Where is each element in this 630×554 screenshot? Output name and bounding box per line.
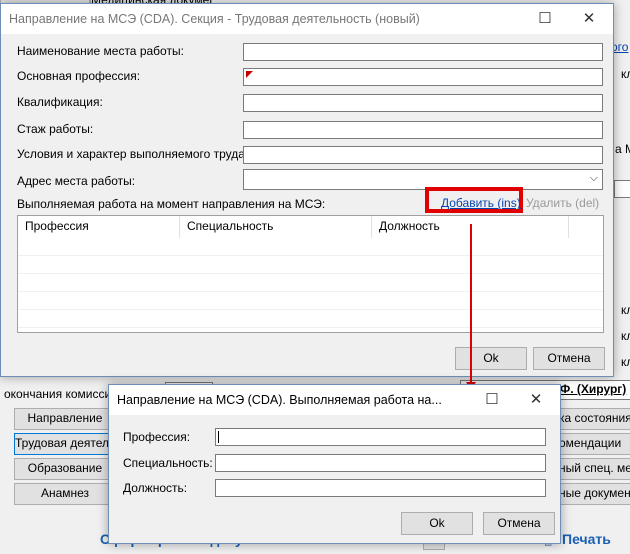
table-row <box>18 238 603 256</box>
ok-button[interactable]: Ok <box>455 347 527 370</box>
dialog-title: Направление на МСЭ (CDA). Выполняемая ра… <box>117 393 442 407</box>
position-label: Должность: <box>123 481 188 495</box>
cancel-button[interactable]: Отмена <box>533 347 605 370</box>
dialog-title: Направление на МСЭ (CDA). Секция - Трудо… <box>9 12 420 26</box>
bg-right-frag: кл <box>621 303 630 317</box>
qualification-label: Квалификация: <box>17 95 103 109</box>
dialog-titlebar: Направление на МСЭ (CDA). Выполняемая ра… <box>109 385 560 415</box>
bg-right-button[interactable]: ка состояния <box>558 408 630 430</box>
bg-right-button[interactable]: ные документ <box>558 483 630 505</box>
column-header-profession[interactable]: Профессия <box>18 216 180 238</box>
work-address-select[interactable]: ⌵ <box>243 169 603 190</box>
close-icon[interactable]: ✕ <box>514 385 558 415</box>
bg-doctor-text: Ф. (Хирург) <box>560 382 627 396</box>
bg-right-frag: кл <box>621 329 630 343</box>
position-input[interactable] <box>215 479 546 497</box>
chevron-down-icon: ⌵ <box>589 172 598 184</box>
bg-print-link[interactable]: Печать <box>562 531 611 547</box>
bg-right-frag: кл <box>621 67 630 81</box>
bg-right-input[interactable] <box>614 180 630 198</box>
table-row <box>18 256 603 274</box>
workplace-name-input[interactable] <box>243 43 603 61</box>
delete-link[interactable]: Удалить (del) <box>526 196 599 210</box>
cancel-button[interactable]: Отмена <box>483 512 555 535</box>
performed-work-table[interactable]: Профессия Специальность Должность <box>17 215 604 333</box>
dialog-titlebar: Направление на МСЭ (CDA). Секция - Трудо… <box>1 4 613 34</box>
maximize-icon[interactable]: ☐ <box>470 385 514 415</box>
text-cursor <box>218 431 219 443</box>
bg-commission-end-label: окончания комиссии <box>4 387 118 401</box>
qualification-input[interactable] <box>243 94 603 112</box>
profession-label: Профессия: <box>123 430 191 444</box>
work-experience-label: Стаж работы: <box>17 122 94 136</box>
close-icon[interactable]: ✕ <box>567 4 611 34</box>
maximize-icon[interactable]: ☐ <box>523 4 567 34</box>
bg-nav-button-anamnesis[interactable]: Анамнез <box>14 483 116 505</box>
annotation-arrow <box>470 224 472 384</box>
specialty-label: Специальность: <box>123 456 213 470</box>
bg-nav-button-education[interactable]: Образование <box>14 458 116 480</box>
column-header-specialty[interactable]: Специальность <box>180 216 372 238</box>
bg-right-button[interactable]: омендации <box>558 433 630 455</box>
main-profession-input[interactable] <box>243 68 603 86</box>
table-row <box>18 274 603 292</box>
table-row <box>18 310 603 328</box>
work-conditions-label: Условия и характер выполняемого труда: <box>17 147 249 161</box>
performed-work-dialog: Направление на МСЭ (CDA). Выполняемая ра… <box>108 384 561 544</box>
table-row <box>18 292 603 310</box>
profession-input[interactable] <box>215 428 546 446</box>
ok-button[interactable]: Ok <box>401 512 473 535</box>
required-marker-icon <box>246 71 253 78</box>
specialty-input[interactable] <box>215 454 546 472</box>
performed-work-label: Выполняемая работа на момент направления… <box>17 197 326 211</box>
work-conditions-input[interactable] <box>243 146 603 164</box>
work-address-label: Адрес места работы: <box>17 174 136 188</box>
main-profession-label: Основная профессия: <box>17 69 141 83</box>
bg-right-frag: кл <box>621 355 630 369</box>
bg-nav-button-work[interactable]: Трудовая деятель <box>14 433 116 455</box>
bg-right-button[interactable]: ный спец. мед. <box>558 458 630 480</box>
work-activity-dialog: Направление на МСЭ (CDA). Секция - Трудо… <box>0 3 614 377</box>
bg-nav-button-direction[interactable]: Направление <box>14 408 116 430</box>
bg-right-frag: а М <box>615 142 630 156</box>
add-link[interactable]: Добавить (ins) <box>441 196 521 210</box>
workplace-name-label: Наименование места работы: <box>17 44 184 58</box>
work-experience-input[interactable] <box>243 121 603 139</box>
